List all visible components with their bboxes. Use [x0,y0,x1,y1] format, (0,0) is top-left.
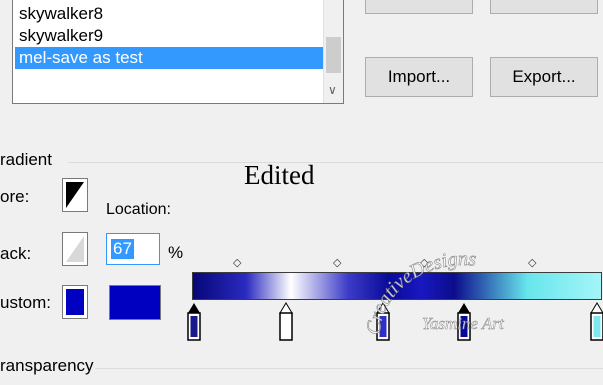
color-stop-icon[interactable] [279,302,293,342]
custom-label: ustom: [0,293,52,312]
scrollbar-thumb[interactable] [326,37,341,73]
import-button[interactable]: Import... [365,57,473,97]
transparency-group-title: ransparency [0,356,94,375]
back-swatch[interactable] [62,232,88,266]
watermark: CreativeDesigns Yasmine Art [362,248,505,336]
back-label: ack: [0,244,32,263]
scroll-down-arrow-icon[interactable]: ∨ [328,83,337,97]
custom-swatch-color [66,289,84,315]
top-button-right[interactable] [490,0,598,14]
color-stop-icon[interactable] [187,302,201,342]
list-item-skywalker8[interactable]: skywalker8 [19,3,103,25]
fore-label: ore: [0,187,30,206]
gradient-group-separator [68,162,603,163]
list-scrollbar[interactable]: ∨ [323,0,343,103]
back-foreground-swatch-icon [66,236,84,262]
fore-swatch[interactable] [62,178,88,212]
list-item-skywalker9[interactable]: skywalker9 [19,25,103,47]
diamond-midpoint-icon[interactable]: ◇ [233,256,241,269]
gradient-group-title: radient [0,150,52,169]
location-unit: % [168,243,184,262]
location-input[interactable]: 67 [106,233,160,265]
fore-background-swatch-icon [66,182,84,208]
export-button[interactable]: Export... [490,57,598,97]
edited-annotation: Edited [244,160,315,190]
preset-list[interactable]: skywalker8 skywalker9 mel-save as test ∨ [12,0,344,104]
diamond-midpoint-icon[interactable]: ◇ [333,256,341,269]
current-color-preview[interactable] [109,285,161,320]
transparency-group-separator [95,368,603,369]
custom-swatch[interactable] [62,285,88,319]
location-value[interactable]: 67 [111,239,134,259]
top-button-left[interactable] [365,0,473,14]
location-label: Location: [106,201,171,218]
watermark-line-2: Yasmine Art [422,314,505,333]
color-stop-icon[interactable] [590,302,603,342]
list-item-selected-preset[interactable]: mel-save as test [15,47,327,69]
